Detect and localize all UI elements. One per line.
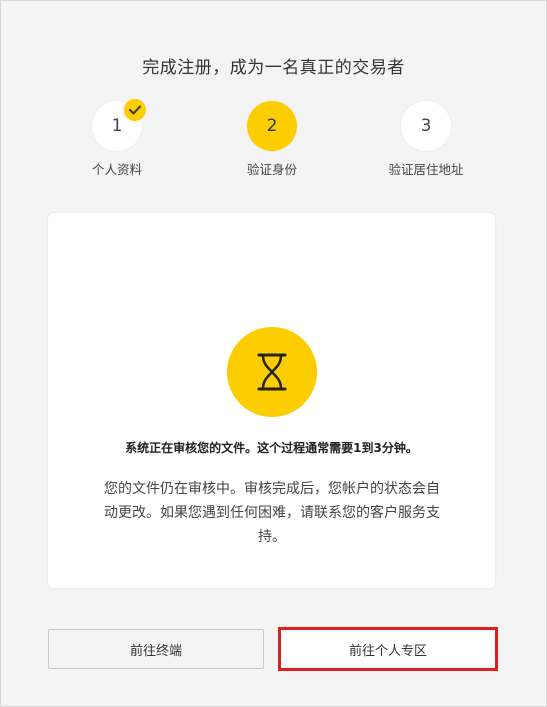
- step-2-label: 验证身份: [246, 162, 297, 177]
- step-1-circle: 1: [92, 97, 148, 151]
- status-description: 您的文件仍在审核中。审核完成后，您帐户的状态会自动更改。如果您遇到任何困难，请联…: [104, 481, 440, 545]
- step-verify-address: 3 验证居住地址: [366, 101, 486, 178]
- verification-status-card: 系统正在审核您的文件。这个过程通常需要1到3分钟。 您的文件仍在审核中。审核完成…: [48, 213, 495, 588]
- page-title: 完成注册，成为一名真正的交易者: [142, 58, 405, 78]
- check-icon: [122, 97, 148, 123]
- step-2-circle: 2: [247, 101, 297, 151]
- step-verify-identity: 2 验证身份: [212, 101, 332, 178]
- step-3-number: 3: [420, 116, 432, 136]
- hourglass-icon: [227, 327, 317, 417]
- step-3-label: 验证居住地址: [388, 162, 464, 177]
- step-2-number: 2: [266, 116, 278, 136]
- go-to-personal-area-button[interactable]: 前往个人专区: [278, 627, 498, 671]
- status-title: 系统正在审核您的文件。这个过程通常需要1到3分钟。: [125, 441, 418, 455]
- step-1-label: 个人资料: [91, 162, 142, 177]
- step-1-number: 1: [111, 116, 123, 136]
- step-personal-info: 1 个人资料: [57, 97, 177, 178]
- go-to-terminal-button[interactable]: 前往终端: [48, 629, 264, 669]
- step-3-circle: 3: [401, 101, 451, 151]
